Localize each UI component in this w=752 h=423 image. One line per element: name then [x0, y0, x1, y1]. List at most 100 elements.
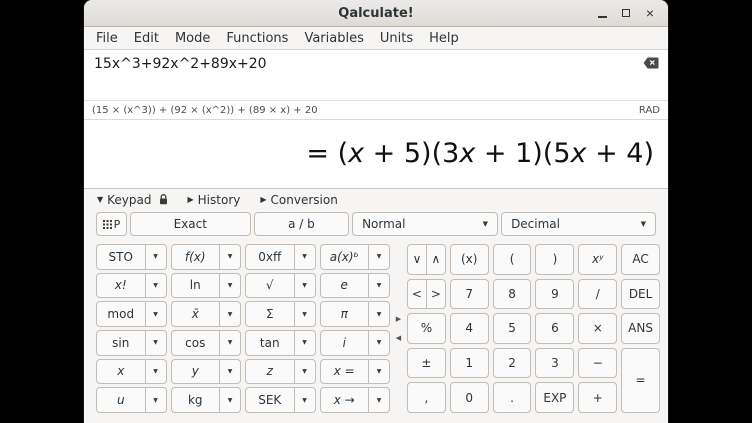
key-var-x-dropdown[interactable]: ▼ — [146, 359, 167, 385]
key-sqrt-dropdown[interactable]: ▼ — [295, 273, 316, 299]
expression-input[interactable]: 15x^3+92x^2+89x+20 — [84, 50, 668, 100]
key-a-x-b[interactable]: a(x)ᵇ — [320, 244, 370, 270]
key-digit-3[interactable]: 3 — [535, 348, 574, 379]
key-comma[interactable]: , — [407, 382, 446, 413]
key-sum-dropdown[interactable]: ▼ — [295, 301, 316, 327]
key-var-x[interactable]: x — [96, 359, 146, 385]
key-factorial-dropdown[interactable]: ▼ — [146, 273, 167, 299]
key-digit-0[interactable]: 0 — [450, 382, 489, 413]
key-ln[interactable]: ln — [171, 273, 221, 299]
key-digit-2[interactable]: 2 — [493, 348, 532, 379]
key-e[interactable]: e — [320, 273, 370, 299]
key-0xff[interactable]: 0xff — [245, 244, 295, 270]
key-power[interactable]: xʸ — [578, 244, 617, 275]
key-var-z[interactable]: z — [245, 359, 295, 385]
key-scroll-up[interactable]: ∧ — [427, 244, 446, 275]
history-expander[interactable]: ▶ History — [188, 193, 241, 207]
conversion-expander[interactable]: ▶ Conversion — [260, 193, 337, 207]
key-cos-dropdown[interactable]: ▼ — [220, 330, 241, 356]
menu-variables[interactable]: Variables — [296, 29, 371, 48]
key-cos[interactable]: cos — [171, 330, 221, 356]
key-digit-9[interactable]: 9 — [535, 279, 574, 310]
key-mod-dropdown[interactable]: ▼ — [146, 301, 167, 327]
key-equals[interactable]: = — [621, 348, 660, 413]
key-factorial[interactable]: x! — [96, 273, 146, 299]
close-button[interactable]: × — [641, 4, 659, 22]
key-exponent[interactable]: EXP — [535, 382, 574, 413]
key-mean-dropdown[interactable]: ▼ — [220, 301, 241, 327]
key-cursor-left[interactable]: < — [407, 279, 427, 310]
key-digit-5[interactable]: 5 — [493, 313, 532, 344]
key-clear-all[interactable]: AC — [621, 244, 660, 275]
key-digit-6[interactable]: 6 — [535, 313, 574, 344]
key-sum[interactable]: Σ — [245, 301, 295, 327]
key-answer[interactable]: ANS — [621, 313, 660, 344]
menu-mode[interactable]: Mode — [167, 29, 218, 48]
key-tan[interactable]: tan — [245, 330, 295, 356]
key-decimal-point[interactable]: . — [493, 382, 532, 413]
key-multiply[interactable]: × — [578, 313, 617, 344]
key-unit-u[interactable]: u — [96, 387, 146, 413]
key-delete[interactable]: DEL — [621, 279, 660, 310]
key-currency-sek-dropdown[interactable]: ▼ — [295, 387, 316, 413]
key-currency-sek[interactable]: SEK — [245, 387, 295, 413]
key-f-x[interactable]: f(x) — [171, 244, 221, 270]
key-add[interactable]: + — [578, 382, 617, 413]
key-smart-parentheses[interactable]: (x) — [450, 244, 489, 275]
number-base-dropdown[interactable]: Decimal ▼ — [501, 212, 656, 236]
key-pi-dropdown[interactable]: ▼ — [369, 301, 390, 327]
key-x-to-dropdown[interactable]: ▼ — [369, 387, 390, 413]
key-var-z-dropdown[interactable]: ▼ — [295, 359, 316, 385]
key-cursor-right[interactable]: > — [427, 279, 446, 310]
splitter-right-arrow-icon[interactable]: ▶ — [396, 316, 401, 323]
key-x-equals[interactable]: x = — [320, 359, 370, 385]
key-tan-dropdown[interactable]: ▼ — [295, 330, 316, 356]
menu-edit[interactable]: Edit — [126, 29, 167, 48]
menu-file[interactable]: File — [88, 29, 126, 48]
key-ln-dropdown[interactable]: ▼ — [220, 273, 241, 299]
key-left-parenthesis[interactable]: ( — [493, 244, 532, 275]
key-i[interactable]: i — [320, 330, 370, 356]
key-unit-kg-dropdown[interactable]: ▼ — [220, 387, 241, 413]
splitter-left-arrow-icon[interactable]: ◀ — [396, 335, 401, 342]
menu-help[interactable]: Help — [421, 29, 467, 48]
key-x-to[interactable]: x → — [320, 387, 370, 413]
key-digit-8[interactable]: 8 — [493, 279, 532, 310]
key-mean[interactable]: x̄ — [171, 301, 221, 327]
menu-functions[interactable]: Functions — [218, 29, 296, 48]
key-a-x-b-dropdown[interactable]: ▼ — [369, 244, 390, 270]
key-i-dropdown[interactable]: ▼ — [369, 330, 390, 356]
minimize-button[interactable] — [593, 4, 611, 22]
key-var-y-dropdown[interactable]: ▼ — [220, 359, 241, 385]
key-f-x-dropdown[interactable]: ▼ — [220, 244, 241, 270]
key-scroll-down[interactable]: ∨ — [407, 244, 427, 275]
key-pi[interactable]: π — [320, 301, 370, 327]
key-unit-u-dropdown[interactable]: ▼ — [146, 387, 167, 413]
menu-units[interactable]: Units — [372, 29, 421, 48]
angle-mode-indicator[interactable]: RAD — [639, 105, 660, 116]
maximize-button[interactable] — [617, 4, 635, 22]
key-digit-7[interactable]: 7 — [450, 279, 489, 310]
key-unit-kg[interactable]: kg — [171, 387, 221, 413]
programming-keypad-button[interactable]: P — [96, 212, 127, 236]
key-e-dropdown[interactable]: ▼ — [369, 273, 390, 299]
key-sin[interactable]: sin — [96, 330, 146, 356]
key-x-equals-dropdown[interactable]: ▼ — [369, 359, 390, 385]
key-0xff-dropdown[interactable]: ▼ — [295, 244, 316, 270]
key-percent[interactable]: % — [407, 313, 446, 344]
clear-expression-button[interactable] — [643, 57, 659, 72]
key-sto-dropdown[interactable]: ▼ — [146, 244, 167, 270]
key-plus-minus[interactable]: ± — [407, 348, 446, 379]
title-bar[interactable]: Qalculate! × — [84, 0, 668, 27]
exact-mode-button[interactable]: Exact — [130, 212, 251, 236]
key-sin-dropdown[interactable]: ▼ — [146, 330, 167, 356]
key-sto[interactable]: STO — [96, 244, 146, 270]
key-right-parenthesis[interactable]: ) — [535, 244, 574, 275]
key-digit-4[interactable]: 4 — [450, 313, 489, 344]
key-sqrt[interactable]: √ — [245, 273, 295, 299]
lock-icon[interactable] — [159, 194, 168, 205]
key-mod[interactable]: mod — [96, 301, 146, 327]
key-digit-1[interactable]: 1 — [450, 348, 489, 379]
display-mode-dropdown[interactable]: Normal ▼ — [352, 212, 498, 236]
key-subtract[interactable]: − — [578, 348, 617, 379]
